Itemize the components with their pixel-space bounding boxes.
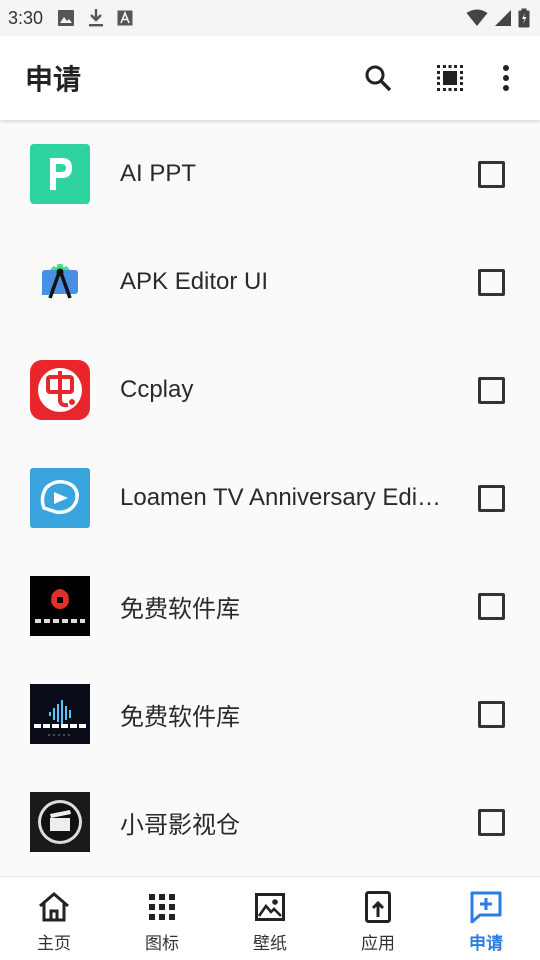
nav-label: 主页: [37, 934, 71, 954]
request-add-icon: [470, 891, 502, 923]
xiaoge-video-icon: [30, 792, 90, 852]
ai-ppt-icon: [30, 144, 90, 204]
app-checkbox[interactable]: [478, 377, 505, 404]
upload-app-icon: [365, 891, 391, 923]
bottom-navigation: 主页 图标 壁纸 应用 申请: [0, 876, 540, 960]
wifi-icon: [466, 9, 488, 27]
app-name: APK Editor UI: [120, 268, 269, 295]
system-icons: [466, 8, 530, 28]
image-icon: [255, 893, 285, 921]
list-item[interactable]: 小哥影视仓: [0, 768, 540, 876]
list-item[interactable]: Loamen TV Anniversary Edition: [0, 444, 540, 552]
app-name: Loamen TV Anniversary Edition: [120, 484, 446, 511]
app-checkbox[interactable]: [478, 485, 505, 512]
search-icon: [365, 65, 392, 92]
select-all-button[interactable]: [420, 48, 480, 108]
nav-label: 图标: [145, 934, 179, 954]
status-time: 3:30: [8, 7, 44, 28]
list-item[interactable]: 免费软件库: [0, 552, 540, 660]
battery-icon: [518, 8, 530, 28]
notification-icons: [57, 8, 133, 28]
app-checkbox[interactable]: [478, 701, 505, 728]
app-name: 免费软件库: [120, 595, 240, 623]
app-name: AI PPT: [120, 160, 197, 187]
nav-label: 壁纸: [253, 934, 287, 954]
nav-item-request[interactable]: 申请: [432, 877, 540, 960]
more-options-button[interactable]: [486, 48, 526, 108]
nav-item-home[interactable]: 主页: [0, 877, 108, 960]
page-title: 申请: [25, 63, 82, 96]
free-software-library-icon: [30, 576, 90, 636]
app-bar-actions: [348, 48, 540, 108]
free-software-library-icon: [30, 684, 90, 744]
nav-label: 应用: [361, 934, 395, 954]
download-notification-icon: [87, 8, 105, 28]
app-name: 小哥影视仓: [120, 811, 240, 839]
status-bar: 3:30: [0, 0, 540, 36]
search-button[interactable]: [348, 48, 408, 108]
loamen-tv-icon: [30, 468, 90, 528]
nav-item-wallpapers[interactable]: 壁纸: [216, 877, 324, 960]
app-bar: 申请: [0, 36, 540, 120]
grid-icon: [149, 894, 175, 920]
list-item[interactable]: Ccplay: [0, 336, 540, 444]
nav-item-icons[interactable]: 图标: [108, 877, 216, 960]
a-notification-icon: [117, 10, 133, 26]
nav-item-apps[interactable]: 应用: [324, 877, 432, 960]
app-checkbox[interactable]: [478, 593, 505, 620]
app-request-list: AI PPT APK Editor UI Ccplay Loamen TV An…: [0, 120, 540, 876]
signal-icon: [494, 9, 512, 27]
apk-editor-icon: [30, 252, 90, 312]
app-checkbox[interactable]: [478, 161, 505, 188]
app-name: Ccplay: [120, 376, 194, 403]
list-item[interactable]: 免费软件库: [0, 660, 540, 768]
ccplay-icon: [30, 360, 90, 420]
nav-label: 申请: [469, 934, 503, 954]
app-checkbox[interactable]: [478, 809, 505, 836]
home-icon: [39, 892, 69, 922]
app-checkbox[interactable]: [478, 269, 505, 296]
more-vert-icon: [503, 65, 509, 91]
list-item[interactable]: APK Editor UI: [0, 228, 540, 336]
list-item[interactable]: AI PPT: [0, 120, 540, 228]
image-notification-icon: [57, 9, 75, 27]
app-name: 免费软件库: [120, 703, 240, 731]
select-all-icon: [437, 65, 463, 91]
